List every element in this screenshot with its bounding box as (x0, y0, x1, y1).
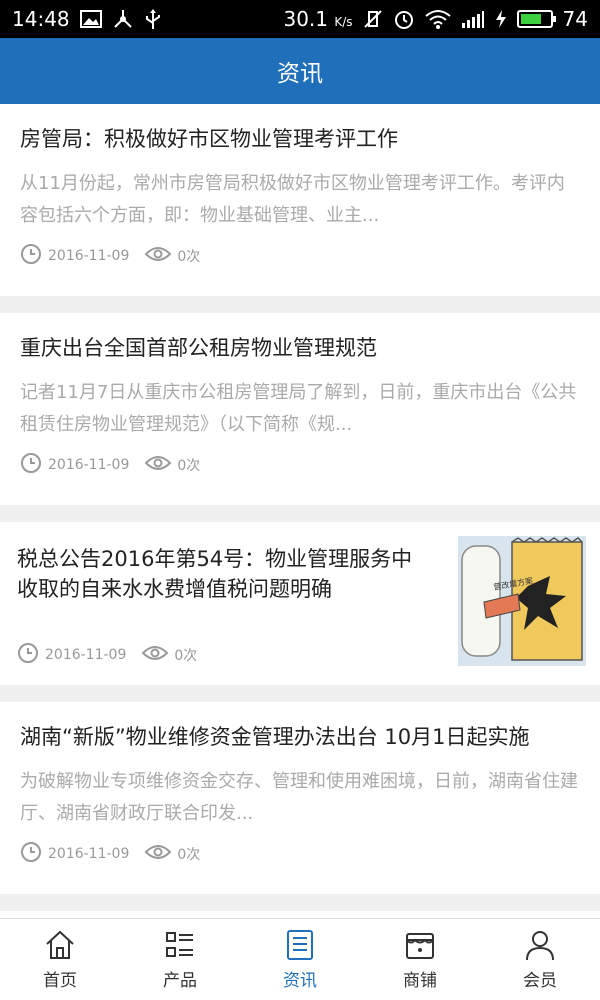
news-feed[interactable]: 房管局：积极做好市区物业管理考评工作 从11月份起，常州市房管局积极做好市区物业… (0, 104, 600, 918)
usb-icon (144, 8, 162, 30)
news-meta: 2016-11-09 0次 (20, 242, 580, 270)
clock-icon (20, 243, 42, 269)
page-title: 资讯 (277, 61, 323, 87)
news-icon (287, 930, 313, 960)
image-icon (79, 8, 102, 30)
status-time: 14:48 (12, 7, 70, 31)
news-title: 重庆出台全国首部公租房物业管理规范 (20, 336, 377, 360)
bottom-tab-bar: 首页 产品 资讯 商铺 会员 (0, 918, 600, 1000)
news-summary: 为破解物业专项维修资金交存、管理和使用难困境，日前，湖南省住建厅、湖南省财政厅联… (20, 771, 578, 824)
tab-label: 商铺 (403, 971, 437, 991)
news-item[interactable]: 税总公告2016年第54号：物业管理服务中收取的自来水水费增值税问题明确 201… (0, 522, 600, 685)
news-meta: 2016-11-09 0次 (20, 840, 580, 868)
eye-icon (144, 245, 172, 267)
news-meta: 2016-11-09 0次 (17, 641, 427, 669)
signal-icon (461, 8, 485, 30)
news-item[interactable]: 重庆出台全国首部公租房物业管理规范 记者11月7日从重庆市公租房管理局了解到，日… (0, 313, 600, 505)
news-title: 湖南“新版”物业维修资金管理办法出台 10月1日起实施 (20, 725, 530, 749)
battery-level: 74 (562, 7, 588, 31)
tab-label: 产品 (163, 971, 197, 991)
news-summary: 记者11月7日从重庆市公租房管理局了解到，日前，重庆市出台《公共租赁住房物业管理… (20, 382, 577, 435)
news-item[interactable]: 房管局：积极做好市区物业管理考评工作 从11月份起，常州市房管局积极做好市区物业… (0, 104, 600, 296)
clock-icon (17, 642, 39, 668)
news-date: 2016-11-09 (48, 457, 130, 473)
news-views: 0次 (174, 648, 198, 664)
news-views: 0次 (177, 847, 201, 863)
alarm-icon (393, 8, 415, 30)
eye-icon (141, 644, 169, 666)
eye-icon (144, 454, 172, 476)
news-date: 2016-11-09 (48, 846, 130, 862)
news-item[interactable]: 湖南“新版”物业维修资金管理办法出台 10月1日起实施 为破解物业专项维修资金交… (0, 702, 600, 894)
user-icon (526, 931, 554, 961)
app-header: 资讯 (0, 38, 600, 104)
tab-shops[interactable]: 商铺 (360, 919, 480, 1000)
tab-label: 会员 (523, 971, 557, 991)
news-title: 房管局：积极做好市区物业管理考评工作 (20, 127, 398, 151)
news-thumbnail[interactable]: 营改增方案 (458, 536, 586, 666)
eye-icon (144, 843, 172, 865)
list-icon (166, 932, 193, 957)
charging-icon (495, 8, 507, 30)
network-share-icon (112, 8, 134, 30)
wifi-icon (424, 8, 451, 30)
tab-home[interactable]: 首页 (0, 919, 120, 1000)
battery-icon (516, 10, 556, 28)
news-item-partial[interactable] (0, 911, 600, 918)
tab-label: 资讯 (283, 971, 317, 991)
news-views: 0次 (177, 458, 201, 474)
tab-products[interactable]: 产品 (120, 919, 240, 1000)
news-meta: 2016-11-09 0次 (20, 451, 580, 479)
home-icon (46, 930, 74, 959)
news-views: 0次 (177, 249, 201, 265)
news-date: 2016-11-09 (48, 248, 130, 264)
tab-label: 首页 (43, 971, 77, 991)
vibrate-off-icon (363, 8, 383, 30)
tab-news[interactable]: 资讯 (240, 919, 360, 1000)
shop-icon (406, 933, 434, 959)
news-title: 税总公告2016年第54号：物业管理服务中收取的自来水水费增值税问题明确 (17, 547, 413, 601)
network-speed: 30.1 K/s (283, 7, 353, 31)
tab-member[interactable]: 会员 (480, 919, 600, 1000)
news-date: 2016-11-09 (45, 647, 127, 663)
clock-icon (20, 452, 42, 478)
status-bar: 14:48 30.1 K/s 74 (0, 0, 600, 38)
news-summary: 从11月份起，常州市房管局积极做好市区物业管理考评工作。考评内容包括六个方面，即… (20, 173, 565, 226)
clock-icon (20, 841, 42, 867)
